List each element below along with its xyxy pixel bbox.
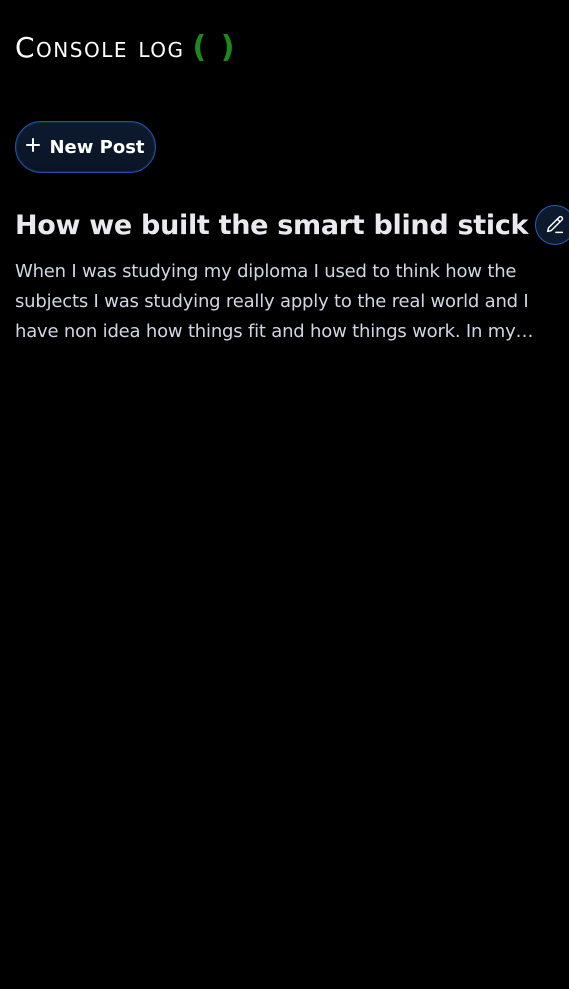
post-header: How we built the smart blind stick [15,202,569,248]
edit-post-button[interactable] [535,205,569,245]
new-post-label: New Post [49,136,145,158]
brand-logo[interactable]: Console log ( ) [15,26,236,70]
post-excerpt: When I was studying my diploma I used to… [15,261,534,342]
plus-icon [26,138,41,152]
brand-title: Console log [15,31,185,64]
pencil-icon [547,215,564,234]
app-root: Console log ( ) New Post How we built th… [0,0,569,989]
post-title[interactable]: How we built the smart blind stick [15,210,528,241]
new-post-button[interactable]: New Post [15,121,156,173]
post-card: How we built the smart blind stick When … [15,202,569,347]
code-parens-icon: ( ) [192,30,237,65]
